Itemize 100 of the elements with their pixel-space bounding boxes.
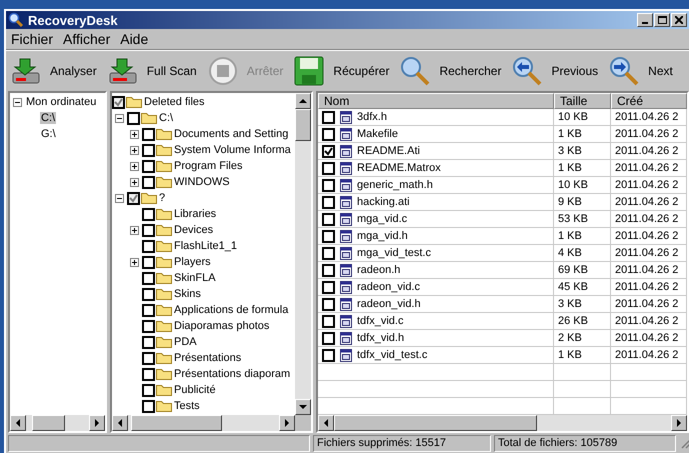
checkbox[interactable] — [112, 96, 125, 108]
tree-item[interactable]: Tests — [173, 400, 201, 412]
tree-item[interactable]: Mon ordinateu — [25, 96, 98, 108]
tree-item[interactable]: Documents and Setting — [173, 128, 290, 140]
checkbox[interactable] — [142, 272, 155, 284]
checkbox[interactable] — [142, 384, 155, 396]
checkbox[interactable] — [142, 368, 155, 380]
checkbox[interactable] — [142, 352, 155, 364]
horizontal-scrollbar[interactable] — [318, 415, 687, 431]
scroll-button[interactable] — [671, 415, 687, 431]
expand-icon[interactable] — [130, 162, 138, 170]
file-name: Makefile — [357, 127, 398, 142]
tree-item[interactable]: Devices — [173, 224, 214, 236]
tree-item[interactable]: Publicité — [173, 384, 217, 396]
expand-icon[interactable] — [130, 258, 138, 266]
expand-icon[interactable] — [130, 146, 138, 154]
checkbox[interactable] — [127, 112, 140, 124]
horizontal-scrollbar[interactable] — [10, 415, 105, 431]
collapse-icon[interactable] — [114, 114, 124, 122]
checkbox[interactable] — [142, 336, 155, 348]
scroll-button[interactable] — [295, 93, 311, 109]
toolbar-button[interactable]: Récupérer — [289, 52, 396, 90]
checkbox[interactable] — [322, 348, 335, 362]
tree-item[interactable]: Skins — [173, 288, 202, 300]
menu-item[interactable]: Fichier — [8, 31, 56, 47]
scroll-button[interactable] — [10, 415, 26, 431]
tree-item[interactable]: ? — [158, 192, 166, 204]
checkbox[interactable] — [322, 162, 335, 174]
checkbox[interactable] — [142, 176, 155, 188]
tree-item[interactable]: C:\ — [158, 112, 174, 124]
checkbox[interactable] — [322, 332, 335, 344]
tree-item[interactable]: C:\ — [40, 112, 56, 124]
checkbox[interactable] — [142, 288, 155, 300]
tree-item[interactable]: WINDOWS — [173, 176, 231, 188]
close-button[interactable] — [671, 13, 687, 27]
checkbox[interactable] — [322, 128, 335, 140]
tree-item[interactable]: Présentations diaporam — [173, 368, 292, 380]
collapse-icon[interactable] — [114, 194, 124, 202]
expand-icon[interactable] — [130, 130, 138, 138]
scroll-button[interactable] — [89, 415, 105, 431]
collapse-icon[interactable] — [12, 98, 22, 106]
tree-item[interactable]: Présentations — [173, 352, 242, 364]
toolbar-button[interactable]: Next — [604, 52, 679, 90]
expand-icon[interactable] — [130, 178, 138, 186]
column-header[interactable]: Taille — [554, 93, 611, 109]
checkbox[interactable] — [322, 178, 335, 192]
checkbox[interactable] — [142, 240, 155, 252]
maximize-button[interactable] — [654, 13, 670, 27]
scroll-button[interactable] — [295, 399, 311, 415]
checkbox[interactable] — [142, 224, 155, 236]
scroll-button[interactable] — [112, 415, 128, 431]
checkbox[interactable] — [322, 280, 335, 294]
file-icon — [340, 264, 352, 276]
checkbox[interactable] — [322, 314, 335, 328]
scroll-thumb[interactable] — [32, 415, 65, 431]
menu-item[interactable]: Aide — [117, 31, 152, 47]
checkbox[interactable] — [322, 264, 335, 276]
menu-item[interactable]: Afficher — [60, 31, 114, 47]
checkbox[interactable] — [322, 196, 335, 208]
tree-item[interactable]: SkinFLA — [173, 272, 217, 284]
checkbox[interactable] — [142, 208, 155, 220]
toolbar-button[interactable]: Analyser — [6, 52, 103, 90]
expand-icon[interactable] — [130, 226, 138, 234]
checkbox[interactable] — [142, 256, 155, 268]
checkbox[interactable] — [127, 192, 140, 204]
tree-item[interactable]: FlashLite1_1 — [173, 240, 238, 252]
tree-item[interactable]: PDA — [173, 336, 198, 348]
checkbox[interactable] — [142, 128, 155, 140]
scroll-thumb[interactable] — [295, 109, 311, 141]
tree-item[interactable]: Program Files — [173, 160, 244, 172]
scroll-button[interactable] — [318, 415, 334, 431]
tree-item[interactable]: Diaporamas photos — [173, 320, 270, 332]
vertical-scrollbar[interactable] — [295, 93, 311, 415]
tree-item[interactable]: Players — [173, 256, 212, 268]
tree-item[interactable]: System Volume Informa — [173, 144, 292, 156]
checkbox[interactable] — [322, 144, 335, 158]
checkbox[interactable] — [322, 246, 335, 260]
tree-item[interactable]: Libraries — [173, 208, 218, 220]
horizontal-scrollbar[interactable] — [112, 415, 311, 431]
checkbox[interactable] — [142, 160, 155, 172]
scroll-button[interactable] — [279, 415, 296, 431]
tree-item[interactable]: Deleted files — [143, 96, 206, 108]
toolbar-button[interactable]: Full Scan — [102, 52, 203, 90]
checkbox[interactable] — [142, 400, 155, 412]
minimize-button[interactable] — [637, 13, 653, 27]
checkbox[interactable] — [322, 230, 335, 242]
checkbox[interactable] — [142, 304, 155, 316]
tree-item[interactable]: Applications de formula — [173, 304, 290, 316]
scroll-thumb[interactable] — [130, 415, 222, 431]
checkbox[interactable] — [142, 320, 155, 332]
tree-item[interactable]: G:\ — [40, 128, 57, 140]
scroll-thumb[interactable] — [334, 415, 537, 431]
checkbox[interactable] — [322, 110, 335, 124]
column-header[interactable]: Nom — [318, 93, 554, 109]
toolbar-button[interactable]: Previous — [507, 52, 604, 90]
checkbox[interactable] — [322, 298, 335, 310]
checkbox[interactable] — [322, 212, 335, 226]
toolbar-button[interactable]: Rechercher — [395, 52, 508, 90]
column-header[interactable]: Créé — [611, 93, 687, 109]
checkbox[interactable] — [142, 144, 155, 156]
